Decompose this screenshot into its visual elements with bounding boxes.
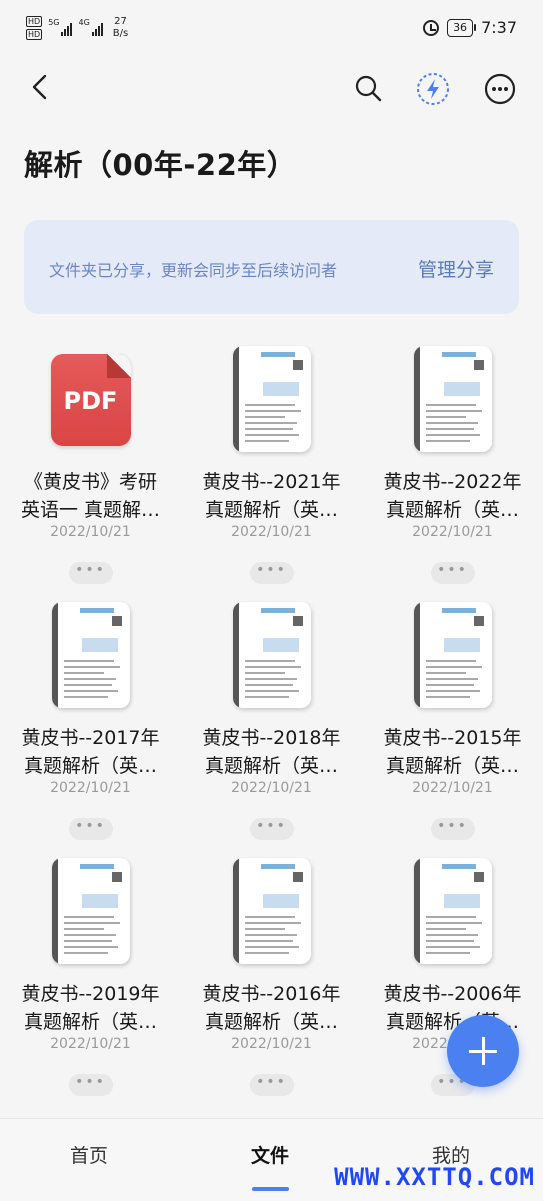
file-date: 2022/10/21 xyxy=(231,1036,312,1052)
file-name-line1: 黄皮书--2018年 xyxy=(202,727,341,749)
network-speed: 27 B/s xyxy=(113,16,128,40)
file-name-line1: 黄皮书--2021年 xyxy=(202,471,341,493)
file-item[interactable]: 黄皮书--2019年真题解析（英…2022/10/21••• xyxy=(0,852,181,1108)
file-name-line1: 黄皮书--2017年 xyxy=(21,727,160,749)
file-name-line2: 真题解析（英… xyxy=(204,499,338,521)
document-thumbnail xyxy=(413,858,492,964)
file-item[interactable]: 黄皮书--2016年真题解析（英…2022/10/21••• xyxy=(181,852,362,1108)
active-tab-indicator xyxy=(252,1187,289,1191)
document-thumbnail xyxy=(413,346,492,452)
file-item[interactable]: PDF 《黄皮书》考研 英语一 真题解… 2022/10/21 ••• xyxy=(0,340,181,596)
file-name: 《黄皮书》考研 英语一 真题解… xyxy=(0,468,181,524)
file-name-line2: 真题解析（英… xyxy=(385,499,519,521)
share-banner-text: 文件夹已分享，更新会同步至后续访问者 xyxy=(49,261,338,280)
clock: 7:37 xyxy=(481,18,517,37)
file-date: 2022/10/21 xyxy=(412,780,493,796)
battery-indicator: 36 xyxy=(447,18,477,37)
document-thumbnail xyxy=(232,858,311,964)
toolbar xyxy=(0,60,543,116)
sim-indicators: HD HD xyxy=(26,16,43,40)
file-date: 2022/10/21 xyxy=(231,524,312,540)
file-name-line2: 真题解析（英… xyxy=(385,755,519,777)
add-file-button[interactable] xyxy=(447,1015,519,1087)
back-button[interactable] xyxy=(26,72,56,102)
net1-label: 5G xyxy=(48,18,60,27)
file-name-line1: 黄皮书--2019年 xyxy=(21,983,160,1005)
lightning-icon[interactable] xyxy=(416,72,450,106)
file-name: 黄皮书--2017年 真题解析（英… xyxy=(0,724,181,780)
file-grid: PDF 《黄皮书》考研 英语一 真题解… 2022/10/21 ••• 黄皮书--2021… xyxy=(0,340,543,1120)
file-name-line2: 真题解析（英… xyxy=(23,755,157,777)
file-name: 黄皮书--2022年 真题解析（英… xyxy=(362,468,543,524)
file-name: 黄皮书--2006年 真题解析（英… xyxy=(362,980,543,1036)
document-thumbnail xyxy=(232,602,311,708)
file-date: 2022/10/21 xyxy=(50,780,131,796)
signal-1-icon: 5G xyxy=(48,18,73,36)
speed-unit: B/s xyxy=(112,28,129,39)
nav-home[interactable]: 首页 xyxy=(70,1141,108,1168)
file-date: 2022/10/21 xyxy=(412,524,493,540)
file-name-line1: 黄皮书--2006年 xyxy=(383,983,522,1005)
file-name: 黄皮书--2019年 真题解析（英… xyxy=(0,980,181,1036)
status-left: HD HD 5G 4G 27 B/s xyxy=(26,16,128,40)
share-banner: 文件夹已分享，更新会同步至后续访问者 管理分享 xyxy=(24,220,519,314)
file-more-button[interactable]: ••• xyxy=(249,1074,294,1096)
file-name-line1: 黄皮书--2022年 xyxy=(383,471,522,493)
file-more-button[interactable]: ••• xyxy=(68,1074,113,1096)
file-item[interactable]: 黄皮书--2021年 真题解析（英… 2022/10/21 ••• xyxy=(181,340,362,596)
file-name: 黄皮书--2021年 真题解析（英… xyxy=(181,468,362,524)
file-date: 2022/10/21 xyxy=(50,524,131,540)
file-name-line1: 《黄皮书》考研 xyxy=(23,471,157,493)
file-name-line2: 真题解析（英… xyxy=(204,1011,338,1033)
file-name: 黄皮书--2015年 真题解析（英… xyxy=(362,724,543,780)
alarm-icon xyxy=(423,19,440,36)
file-more-button[interactable]: ••• xyxy=(249,818,294,840)
file-more-button[interactable]: ••• xyxy=(249,562,294,584)
status-bar: HD HD 5G 4G 27 B/s 36 7:37 xyxy=(0,0,543,60)
file-name-line1: 黄皮书--2016年 xyxy=(202,983,341,1005)
file-more-button[interactable]: ••• xyxy=(430,818,475,840)
document-thumbnail xyxy=(51,858,130,964)
status-right: 36 7:37 xyxy=(423,18,517,37)
file-more-button[interactable]: ••• xyxy=(68,818,113,840)
file-item[interactable]: 黄皮书--2017年 真题解析（英… 2022/10/21 ••• xyxy=(0,596,181,852)
search-icon[interactable] xyxy=(352,72,386,106)
manage-share-link[interactable]: 管理分享 xyxy=(418,255,494,282)
file-item[interactable]: 黄皮书--2018年 真题解析（英… 2022/10/21 ••• xyxy=(181,596,362,852)
file-item[interactable]: 黄皮书--2022年 真题解析（英… 2022/10/21 ••• xyxy=(362,340,543,596)
file-item[interactable]: 黄皮书--2015年 真题解析（英… 2022/10/21 ••• xyxy=(362,596,543,852)
file-more-button[interactable]: ••• xyxy=(430,562,475,584)
sim1-label: HD xyxy=(26,16,43,27)
file-name-line2: 真题解析（英… xyxy=(204,755,338,777)
sim2-label: HD xyxy=(26,29,43,40)
file-name: 黄皮书--2018年 真题解析（英… xyxy=(181,724,362,780)
file-name-line2: 真题解析（英… xyxy=(23,1011,157,1033)
file-name: 黄皮书--2016年 真题解析（英… xyxy=(181,980,362,1036)
file-date: 2022/10/21 xyxy=(50,1036,131,1052)
file-name-line1: 黄皮书--2015年 xyxy=(383,727,522,749)
net2-label: 4G xyxy=(78,18,90,27)
more-icon[interactable] xyxy=(483,72,517,106)
page-title: 解析（00年-22年） xyxy=(24,148,297,182)
file-date: 2022/10/21 xyxy=(231,780,312,796)
document-thumbnail xyxy=(51,602,130,708)
nav-files[interactable]: 文件 xyxy=(251,1141,289,1168)
file-name-line2: 英语一 真题解… xyxy=(20,499,161,521)
pdf-file-icon: PDF xyxy=(50,354,131,446)
file-more-button[interactable]: ••• xyxy=(68,562,113,584)
document-thumbnail xyxy=(232,346,311,452)
document-thumbnail xyxy=(413,602,492,708)
watermark: WWW.XXTTQ.COM xyxy=(334,1163,535,1191)
signal-2-icon: 4G xyxy=(78,18,103,36)
pdf-icon-label: PDF xyxy=(63,387,118,415)
speed-value: 27 xyxy=(114,16,127,27)
